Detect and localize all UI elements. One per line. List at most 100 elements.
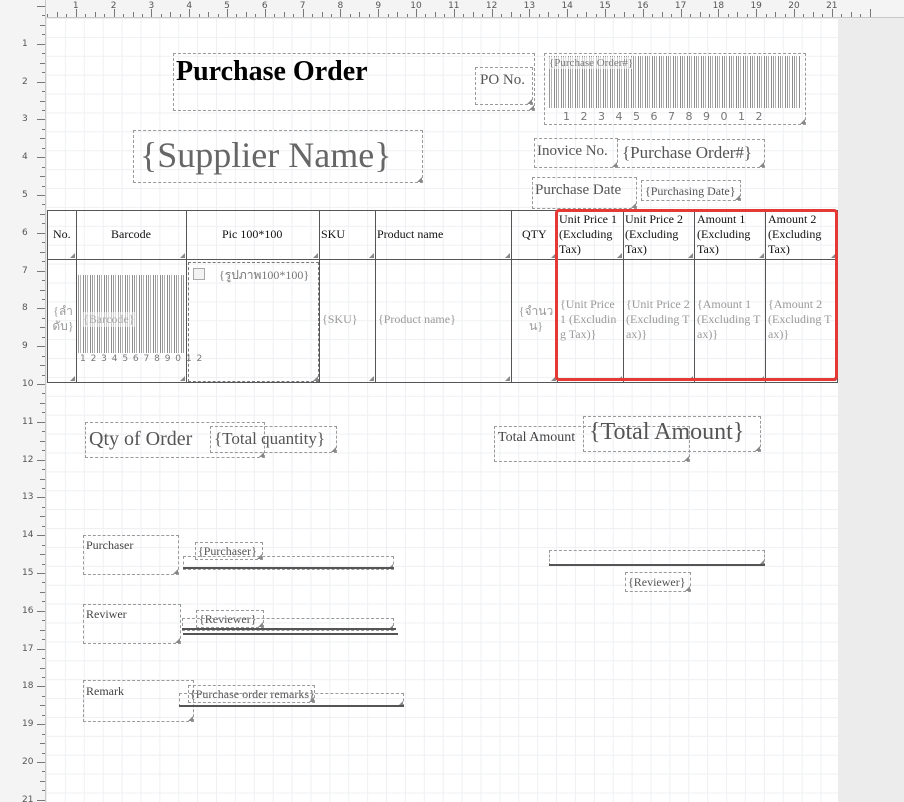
supplier-name-field: {Supplier Name}	[140, 135, 392, 175]
ruler-tick	[42, 563, 45, 565]
ruler-tick	[623, 12, 625, 17]
report-designer-canvas: 1 2 3 4 5 6 7 8 9 10 11 12 13 14 15 16 17 18 19 20 21 123456…	[0, 0, 904, 802]
purchaser-label-box[interactable]: Purchaser	[83, 535, 179, 575]
row-pic-box[interactable]: {รูปภาพ100*100}	[188, 262, 319, 382]
supplier-name-box[interactable]: {Supplier Name}	[133, 130, 423, 183]
ruler-tick	[40, 440, 45, 442]
ruler-tick	[283, 12, 285, 17]
total-amount-label: Total Amount	[498, 430, 576, 445]
ruler-number: 11	[448, 1, 460, 11]
total-quantity-field: {Total quantity}	[214, 429, 325, 448]
purchase-date-label-box[interactable]: Purchase Date	[532, 177, 637, 209]
reviewer-label: Reviwer	[86, 607, 127, 621]
ruler-tick	[293, 14, 295, 17]
resize-handle[interactable]	[505, 376, 510, 381]
ruler-tick	[482, 14, 484, 17]
invoice-no-value-box[interactable]: {Purchase Order#}	[617, 139, 765, 168]
ruler-tick	[42, 109, 45, 111]
resize-handle[interactable]	[180, 376, 185, 381]
col-divider	[47, 210, 48, 383]
ruler-number: 14	[22, 530, 34, 541]
header-sku[interactable]: SKU	[321, 227, 345, 242]
ruler-tick	[42, 525, 45, 527]
row-qty[interactable]: {จำนว น}	[517, 304, 555, 334]
resize-handle[interactable]	[369, 253, 374, 258]
resize-handle[interactable]	[313, 253, 318, 258]
header-no[interactable]: No.	[53, 227, 71, 242]
ruler-tick	[42, 790, 45, 792]
total-quantity-box[interactable]: {Total quantity}	[210, 426, 337, 453]
ruler-number: 3	[148, 1, 155, 11]
ruler-tick	[42, 317, 45, 319]
ruler-tick	[42, 72, 45, 74]
row-sku[interactable]: {SKU}	[322, 312, 358, 327]
po-barcode-box[interactable]: {Purchase Order#} 1 2 3 4 5 6 7 8 9 0 1 …	[544, 53, 806, 125]
ruler-tick	[37, 270, 45, 272]
ruler-tick	[37, 308, 45, 310]
ruler-tick	[42, 601, 45, 603]
row-product-name[interactable]: {Product name}	[378, 312, 456, 327]
ruler-number: 11	[22, 416, 34, 427]
remark-label-box[interactable]: Remark	[83, 680, 194, 722]
ruler-tick	[330, 14, 332, 17]
ruler-tick	[42, 620, 45, 622]
ruler-tick	[37, 421, 45, 423]
row-no-line: ดับ}	[52, 319, 74, 333]
ruler-tick	[198, 14, 200, 17]
ruler-tick	[359, 12, 361, 17]
ruler-tick	[42, 261, 45, 263]
ruler-tick	[40, 591, 45, 593]
ruler-tick	[104, 14, 106, 17]
ruler-tick	[472, 12, 474, 17]
ruler-tick	[869, 9, 871, 17]
total-amount-value-box[interactable]: {Total Amount}	[583, 416, 761, 452]
resize-handle[interactable]	[180, 253, 185, 258]
header-product-name[interactable]: Product name	[377, 227, 443, 242]
invoice-no-label-box[interactable]: Inovice No.	[534, 138, 618, 168]
row-barcode-field: {Barcode}	[83, 312, 135, 327]
ruler-tick	[321, 12, 323, 17]
ruler-tick	[501, 14, 503, 17]
purchase-date-value-box[interactable]: {Purchasing Date}	[641, 180, 741, 201]
row-no[interactable]: {ลำ ดับ}	[51, 304, 75, 334]
ruler-number: 17	[22, 643, 34, 654]
ruler-tick	[538, 14, 540, 17]
purchase-date-label: Purchase Date	[535, 182, 622, 198]
vertical-ruler: 1 2 3 4 5 6 7 8 9 10 11 12 13 14 15 16 17 18 19 20 21	[0, 0, 46, 802]
ruler-tick	[37, 686, 45, 688]
ruler-tick	[141, 14, 143, 17]
col-divider	[76, 210, 77, 383]
invoice-no-value: {Purchase Order#}	[622, 143, 753, 162]
ruler-tick	[40, 138, 45, 140]
po-no-label-box[interactable]: PO No.	[475, 67, 533, 105]
ruler-tick	[349, 14, 351, 17]
ruler-number: 18	[22, 681, 34, 692]
header-pic[interactable]: Pic 100*100	[222, 227, 282, 242]
ruler-tick	[37, 535, 45, 537]
ruler-tick	[42, 450, 45, 452]
ruler-tick	[425, 14, 427, 17]
reviewer-right-value-box[interactable]: {Reviewer}	[625, 572, 691, 592]
ruler-number: 13	[523, 1, 536, 11]
page-title: Purchase Order	[176, 56, 368, 87]
ruler-tick	[37, 43, 45, 45]
reviewer-label-box[interactable]: Reviwer	[83, 604, 181, 644]
ruler-number: 2	[22, 76, 28, 87]
ruler-tick	[406, 14, 408, 17]
ruler-number: 6	[261, 1, 268, 11]
ruler-tick	[37, 799, 45, 801]
ruler-tick	[40, 100, 45, 102]
resize-handle[interactable]	[70, 376, 75, 381]
ruler-tick	[803, 14, 805, 17]
resize-handle[interactable]	[70, 253, 75, 258]
ruler-number: 4	[186, 1, 193, 11]
ruler-tick	[312, 14, 314, 17]
row-no-line: {ลำ	[53, 304, 73, 318]
header-qty[interactable]: QTY	[522, 227, 547, 242]
resize-handle[interactable]	[369, 376, 374, 381]
ruler-tick	[37, 573, 45, 574]
reviewer-signature-line-2	[183, 633, 398, 635]
row-barcode-cell[interactable]: {Barcode} 1 2 3 4 5 6 7 8 9 0 1 2	[78, 275, 202, 365]
header-barcode[interactable]: Barcode	[111, 227, 151, 242]
resize-handle[interactable]	[505, 253, 510, 258]
